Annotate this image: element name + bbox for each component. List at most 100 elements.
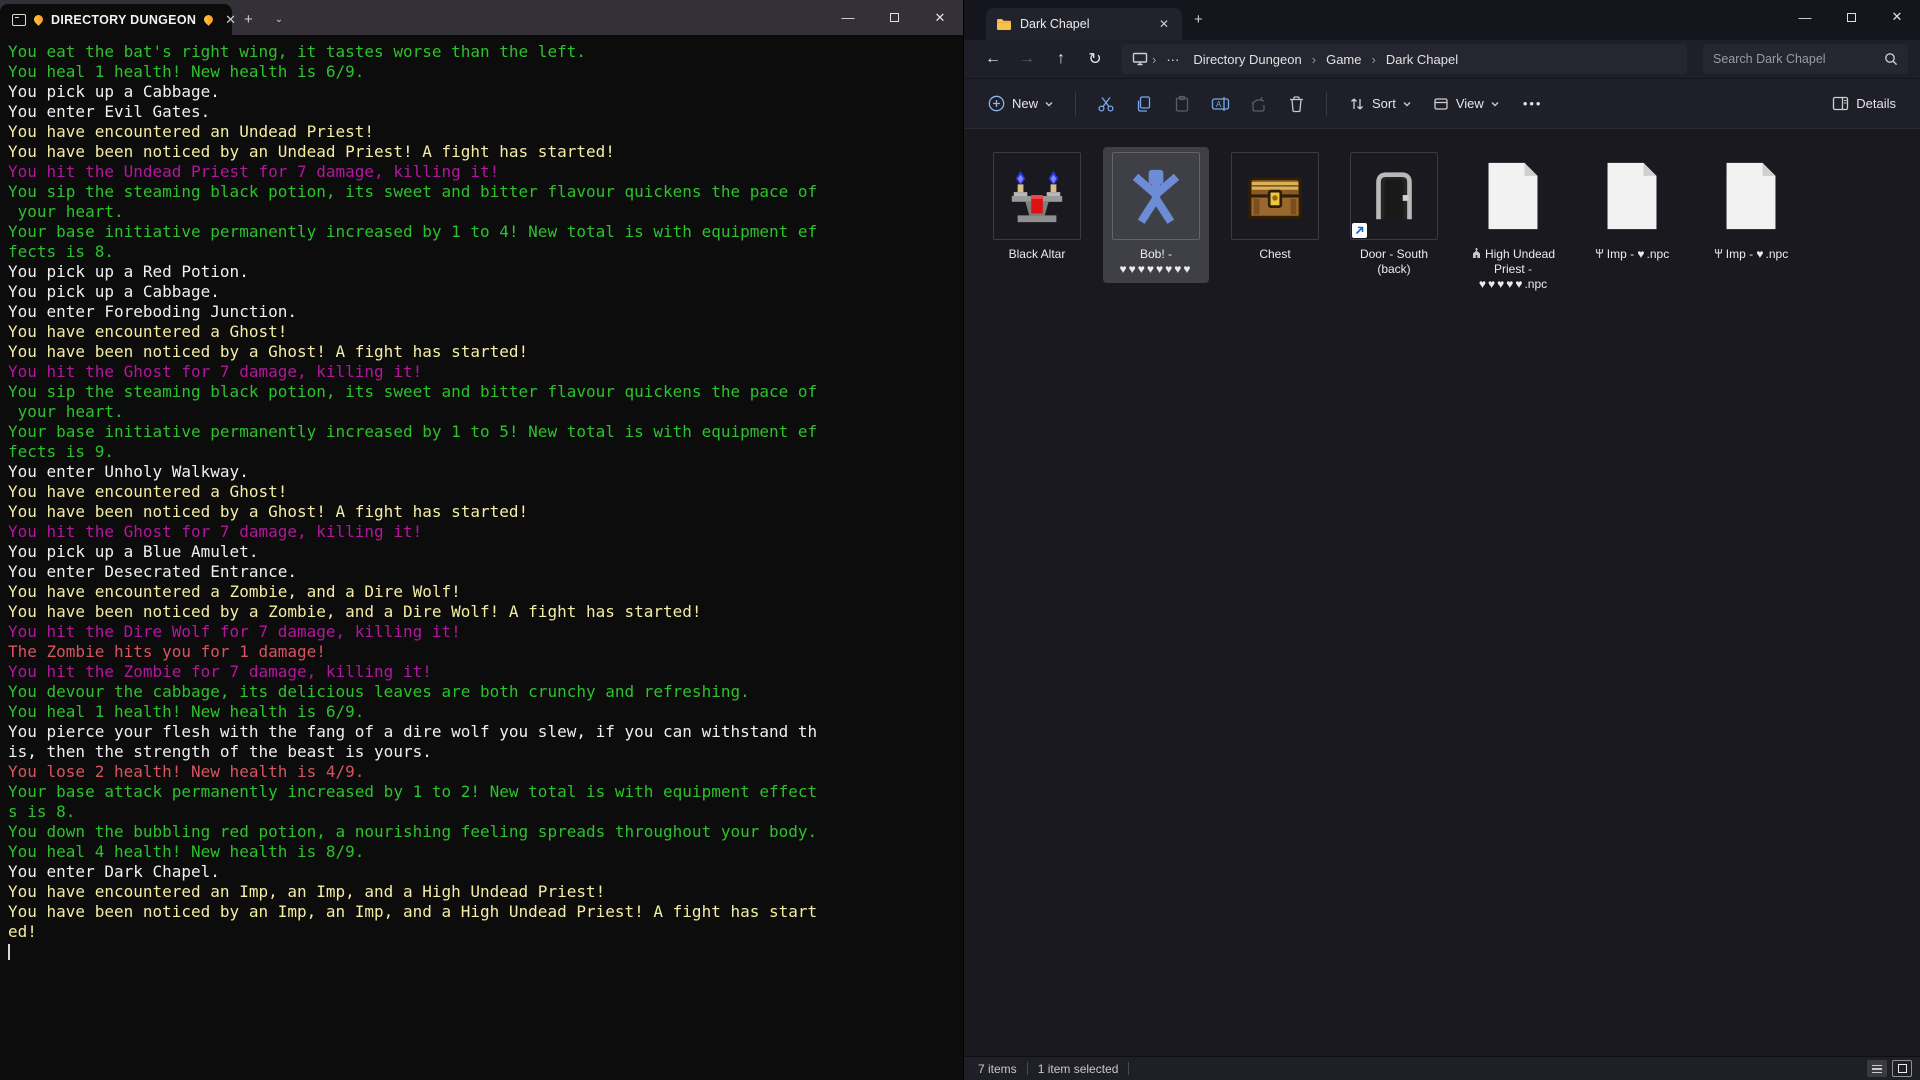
more-options-button[interactable]: ••• (1511, 96, 1555, 111)
refresh-button[interactable]: ↻ (1080, 45, 1110, 73)
terminal-log: You eat the bat's right wing, it tastes … (0, 35, 963, 960)
terminal-log-line: fects is 9. (8, 442, 963, 462)
breadcrumb[interactable]: › ··· Directory Dungeon › Game › Dark Ch… (1122, 44, 1687, 74)
terminal-log-line: You have been noticed by a Ghost! A figh… (8, 342, 963, 362)
doc-iconbox (1469, 152, 1557, 240)
large-icons-view-button[interactable] (1892, 1060, 1912, 1077)
new-tab-button[interactable]: + (1182, 0, 1215, 40)
rename-icon: A (1211, 95, 1230, 113)
up-button[interactable]: ↑ (1046, 45, 1076, 73)
church-icon (1471, 248, 1482, 259)
terminal-log-line: You have been noticed by a Zombie, and a… (8, 602, 963, 622)
file-label: Imp - ♥.npc (1714, 247, 1788, 262)
bob-player-icon (1125, 165, 1187, 227)
view-icon (1433, 96, 1449, 112)
file-tile[interactable]: High Undead Priest - ♥♥♥♥♥.npc (1460, 147, 1566, 298)
chevron-down-icon (1045, 100, 1053, 108)
terminal-tab[interactable]: DIRECTORY DUNGEON ✕ (0, 4, 232, 35)
details-view-button[interactable] (1867, 1060, 1887, 1077)
file-tile[interactable]: Chest (1222, 147, 1328, 268)
terminal-log-line: You eat the bat's right wing, it tastes … (8, 42, 963, 62)
paste-button[interactable] (1164, 88, 1200, 120)
new-tab-button[interactable]: + (232, 4, 265, 35)
file-tile[interactable]: Door - South (back) (1341, 147, 1447, 283)
scissors-icon (1097, 95, 1115, 113)
terminal-log-line: is, then the strength of the beast is yo… (8, 742, 963, 762)
tab-close-icon[interactable]: ✕ (1154, 17, 1174, 31)
new-button[interactable]: New (978, 88, 1063, 119)
terminal-log-line: You hit the Ghost for 7 damage, killing … (8, 522, 963, 542)
file-grid: Black AltarBob! - ♥♥♥♥♥♥♥♥ChestDoor - So… (964, 128, 1920, 1056)
maximize-button[interactable] (871, 0, 917, 35)
terminal-log-line: your heart. (8, 402, 963, 422)
file-tile[interactable]: Imp - ♥.npc (1579, 147, 1685, 268)
minimize-button[interactable]: — (1782, 0, 1828, 34)
terminal-titlebar: DIRECTORY DUNGEON ✕ + ⌄ — ✕ (0, 0, 963, 35)
rename-button[interactable]: A (1202, 88, 1238, 120)
trash-icon (1288, 95, 1305, 113)
svg-text:A: A (1216, 100, 1222, 109)
doc-iconbox (1588, 152, 1676, 240)
terminal-log-line: You have encountered an Imp, an Imp, and… (8, 882, 963, 902)
navigation-bar: ← → ↑ ↻ › ··· Directory Dungeon › Game ›… (964, 40, 1920, 78)
terminal-log-line: ed! (8, 922, 963, 942)
terminal-log-line: fects is 8. (8, 242, 963, 262)
heart-icon: ♥ (1637, 247, 1646, 261)
terminal-tab-title: DIRECTORY DUNGEON (51, 13, 196, 27)
share-button[interactable] (1240, 88, 1276, 120)
details-pane-icon (1832, 96, 1849, 111)
terminal-log-line: You pick up a Red Potion. (8, 262, 963, 282)
door-icon (1363, 165, 1425, 227)
forward-button[interactable]: → (1012, 45, 1042, 73)
terminal-log-line: You devour the cabbage, its delicious le… (8, 682, 963, 702)
file-tile[interactable]: Imp - ♥.npc (1698, 147, 1804, 268)
terminal-log-line: You sip the steaming black potion, its s… (8, 382, 963, 402)
delete-button[interactable] (1278, 88, 1314, 120)
breadcrumb-overflow[interactable]: ··· (1160, 50, 1185, 69)
terminal-log-line: You enter Evil Gates. (8, 102, 963, 122)
explorer-tab-title: Dark Chapel (1020, 17, 1089, 31)
close-button[interactable]: ✕ (917, 0, 963, 35)
trident-icon (1714, 248, 1723, 259)
terminal-log-line: You hit the Ghost for 7 damage, killing … (8, 362, 963, 382)
chest-iconbox (1231, 152, 1319, 240)
chevron-down-icon[interactable]: ⌄ (265, 4, 293, 35)
thumbnail-view-icon (1898, 1064, 1907, 1073)
terminal-log-line: You down the bubbling red potion, a nour… (8, 822, 963, 842)
view-button[interactable]: View (1423, 89, 1509, 119)
terminal-log-line: You have encountered a Ghost! (8, 322, 963, 342)
copy-button[interactable] (1126, 88, 1162, 120)
shortcut-arrow-icon (1355, 226, 1364, 235)
terminal-cursor (8, 944, 10, 960)
terminal-log-line: You lose 2 health! New health is 4/9. (8, 762, 963, 782)
file-tile[interactable]: Black Altar (984, 147, 1090, 268)
folder-icon (996, 18, 1012, 31)
terminal-log-line: You heal 1 health! New health is 6/9. (8, 702, 963, 722)
chevron-down-icon (1403, 100, 1411, 108)
chevron-right-icon: › (1369, 52, 1377, 67)
search-placeholder: Search Dark Chapel (1713, 52, 1884, 66)
cut-button[interactable] (1088, 88, 1124, 120)
terminal-log-line: You have been noticed by a Ghost! A figh… (8, 502, 963, 522)
npc-file-icon (1722, 160, 1780, 232)
breadcrumb-item-dark-chapel[interactable]: Dark Chapel (1380, 50, 1464, 69)
breadcrumb-item-directory-dungeon[interactable]: Directory Dungeon (1187, 50, 1307, 69)
sort-button[interactable]: Sort (1339, 89, 1421, 119)
sort-icon (1349, 96, 1365, 112)
explorer-titlebar: Dark Chapel ✕ + — ✕ (964, 0, 1920, 40)
details-pane-button[interactable]: Details (1822, 89, 1906, 118)
maximize-button[interactable] (1828, 0, 1874, 34)
terminal-log-line: You have been noticed by an Imp, an Imp,… (8, 902, 963, 922)
terminal-log-line: Your base initiative permanently increas… (8, 222, 963, 242)
search-input[interactable]: Search Dark Chapel (1703, 44, 1908, 74)
back-button[interactable]: ← (978, 45, 1008, 73)
status-bar: 7 items 1 item selected (964, 1056, 1920, 1080)
terminal-log-line: You pick up a Cabbage. (8, 82, 963, 102)
close-button[interactable]: ✕ (1874, 0, 1920, 34)
terminal-icon (12, 14, 26, 26)
explorer-tab[interactable]: Dark Chapel ✕ (986, 8, 1182, 40)
minimize-button[interactable]: — (825, 0, 871, 35)
terminal-log-line: You enter Dark Chapel. (8, 862, 963, 882)
breadcrumb-item-game[interactable]: Game (1320, 50, 1367, 69)
file-tile[interactable]: Bob! - ♥♥♥♥♥♥♥♥ (1103, 147, 1209, 283)
